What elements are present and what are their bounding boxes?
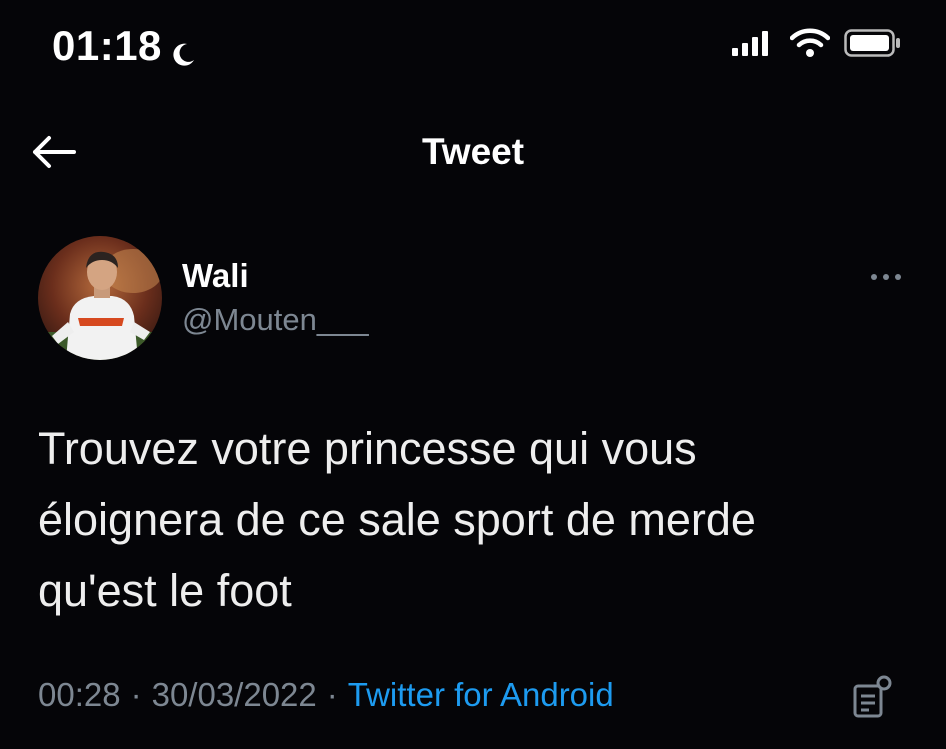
nav-bar: Tweet [0,115,946,195]
page-title: Tweet [421,131,525,172]
tweet-meta: 00:28 · 30/03/2022 · Twitter for Android [38,676,614,714]
author-handle[interactable]: @Mouten___ [182,298,369,342]
tweet-text: Trouvez votre princesse qui vous éloigne… [38,423,756,616]
tweet-source-link[interactable]: Twitter for Android [348,676,614,714]
moon-icon [168,32,198,66]
analytics-icon [852,675,894,724]
analytics-button[interactable] [852,674,894,720]
wifi-icon [789,28,831,63]
author-names: Wali @Mouten___ [182,256,369,342]
tweet-time: 00:28 [38,676,121,713]
status-bar: 01:18 [0,0,946,90]
status-time: 01:18 [52,22,162,69]
battery-icon [844,29,902,62]
avatar[interactable] [38,236,162,360]
more-options-button[interactable] [866,266,906,290]
meta-separator: · [130,676,142,713]
meta-separator: · [326,676,338,713]
signal-icon [732,30,776,61]
tweet-date: 30/03/2022 [151,676,317,713]
status-icons [732,28,902,63]
author-display-name[interactable]: Wali [182,256,369,296]
more-horizontal-icon [869,269,903,287]
status-clock: 01:18 [52,22,198,70]
tweet-author-row: Wali @Mouten___ [38,236,908,364]
